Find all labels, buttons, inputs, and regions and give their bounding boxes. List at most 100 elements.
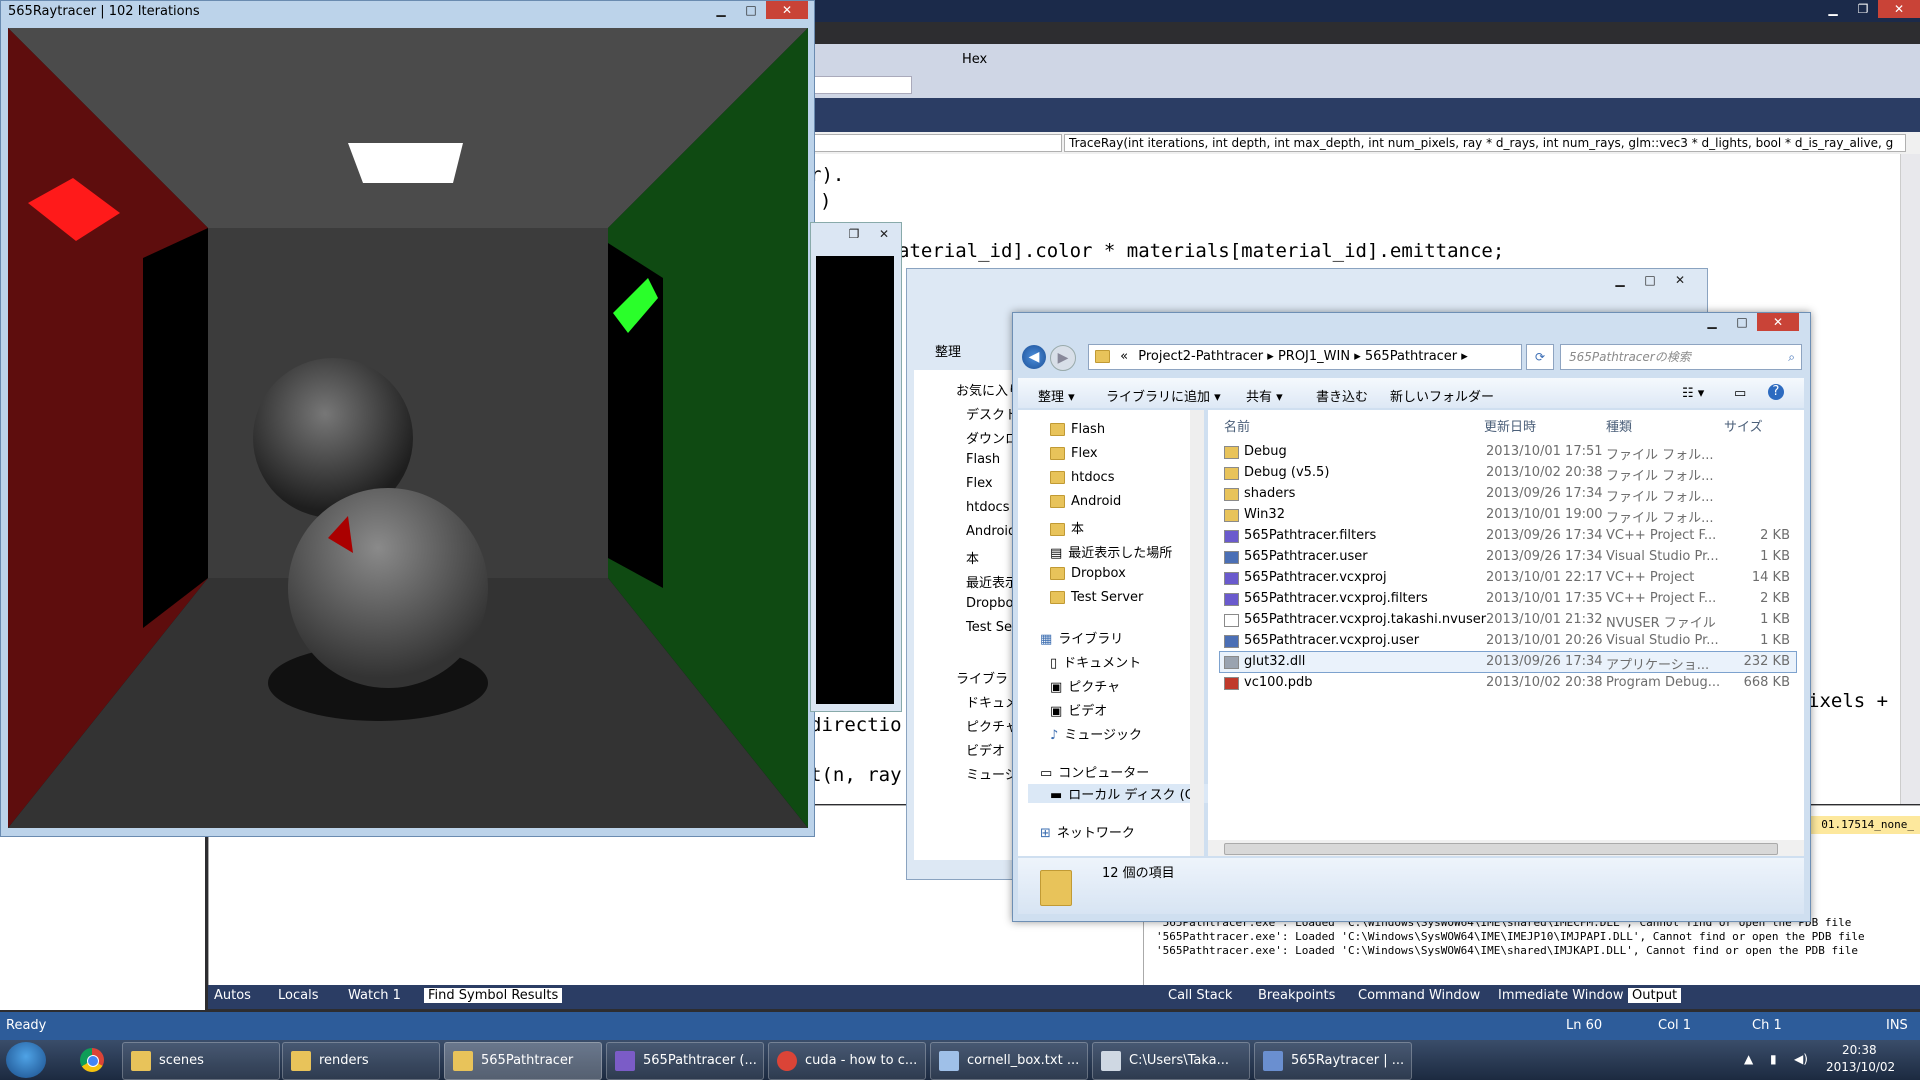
taskbar-item[interactable]: cornell_box.txt ... — [930, 1042, 1088, 1080]
new-folder-button[interactable]: 新しいフォルダー — [1390, 386, 1494, 405]
nav-item-network[interactable]: ⊞ ネットワーク — [1040, 822, 1135, 841]
breadcrumb-item[interactable]: Project2-Pathtracer — [1138, 349, 1263, 364]
search-input[interactable]: 565Pathtracerの検索 ⌕ — [1560, 344, 1802, 370]
hex-button[interactable]: Hex — [962, 52, 987, 67]
scrollbar-thumb[interactable] — [1224, 843, 1778, 855]
sidebar-item[interactable]: ダウンロ — [966, 428, 1018, 447]
sidebar-item[interactable]: htdocs — [966, 500, 1009, 515]
sidebar-item[interactable]: ドキュメ — [966, 692, 1018, 711]
taskbar-item[interactable]: renders — [282, 1042, 440, 1080]
share-button[interactable]: 共有 ▾ — [1246, 386, 1283, 405]
tab-find-symbol-results[interactable]: Find Symbol Results — [424, 988, 563, 1003]
nav-item-libraries[interactable]: ▦ ライブラリ — [1040, 628, 1123, 647]
column-header-size[interactable]: サイズ — [1724, 416, 1763, 435]
explorer-back-window-buttons[interactable]: ▁ □ ✕ — [1605, 271, 1695, 289]
close-button[interactable]: ✕ — [869, 225, 899, 243]
taskbar-item[interactable]: 565Pathtracer — [444, 1042, 602, 1080]
file-row[interactable]: 565Pathtracer.user 2013/09/26 17:34 Visual… — [1220, 547, 1796, 567]
minimize-button[interactable]: ▁ — [1697, 313, 1727, 331]
nav-item-test-server[interactable]: Test Server — [1050, 590, 1143, 605]
file-row[interactable]: Win32 2013/10/01 19:00 ファイル フォル... — [1220, 505, 1796, 526]
restore-button[interactable]: ❐ — [839, 225, 869, 243]
explorer-window-buttons[interactable]: ▁ □ ✕ — [1697, 313, 1799, 331]
help-icon[interactable]: ? — [1768, 384, 1784, 400]
clock-time[interactable]: 20:38 — [1842, 1043, 1877, 1057]
sidebar-item[interactable]: Flex — [966, 476, 993, 491]
sidebar-item[interactable]: デスクト — [966, 404, 1018, 423]
column-header-type[interactable]: 種類 — [1606, 416, 1632, 435]
sidebar-item[interactable]: Android — [966, 524, 1016, 539]
burn-button[interactable]: 書き込む — [1316, 386, 1368, 405]
refresh-button[interactable]: ⟳ — [1526, 344, 1554, 370]
nav-item-htdocs[interactable]: htdocs — [1050, 470, 1114, 485]
vs-window-buttons[interactable]: ▁ ❐ ✕ — [1818, 0, 1920, 18]
nav-item-flex[interactable]: Flex — [1050, 446, 1098, 461]
view-options-icon[interactable]: ☷ ▾ — [1682, 386, 1704, 401]
raytracer-window-buttons[interactable]: ▁ □ ✕ — [706, 1, 808, 19]
taskbar-item[interactable]: 565Raytracer | ... — [1254, 1042, 1412, 1080]
tab-watch-1[interactable]: Watch 1 — [348, 988, 401, 1003]
maximize-button[interactable]: □ — [736, 1, 766, 19]
taskbar-item[interactable]: cuda - how to c... — [768, 1042, 926, 1080]
volume-icon[interactable]: ◀) — [1794, 1052, 1808, 1066]
sidebar-item[interactable]: 最近表示 — [966, 572, 1018, 591]
file-row[interactable]: 565Pathtracer.filters 2013/09/26 17:34 VC+… — [1220, 526, 1796, 546]
column-header-name[interactable]: 名前 — [1224, 416, 1250, 435]
tab-command-window[interactable]: Command Window — [1358, 988, 1480, 1003]
file-list-scrollbar[interactable] — [1208, 840, 1804, 856]
tab-autos[interactable]: Autos — [214, 988, 251, 1003]
sidebar-item[interactable]: Flash — [966, 452, 1000, 467]
file-row[interactable]: 565Pathtracer.vcxproj.user 2013/10/01 20:… — [1220, 631, 1796, 651]
taskbar-item[interactable]: 565Pathtracer (... — [606, 1042, 764, 1080]
breadcrumb-overflow[interactable]: « — [1120, 349, 1128, 364]
breadcrumb-item[interactable]: PROJ1_WIN — [1278, 349, 1350, 364]
config-dropdown[interactable] — [810, 76, 912, 94]
minimize-button[interactable]: ▁ — [706, 1, 736, 19]
minimize-button[interactable]: ▁ — [1818, 0, 1848, 18]
preview-pane-icon[interactable]: ▭ — [1734, 386, 1746, 401]
maximize-button[interactable]: □ — [1635, 271, 1665, 289]
nav-item-documents[interactable]: ▯ ドキュメント — [1050, 652, 1141, 671]
nav-item-videos[interactable]: ▣ ビデオ — [1050, 700, 1107, 719]
close-button[interactable]: ✕ — [766, 1, 808, 19]
console-window-buttons[interactable]: ❐ ✕ — [839, 225, 899, 243]
add-to-library-button[interactable]: ライブラリに追加 ▾ — [1106, 386, 1221, 405]
file-row[interactable]: 565Pathtracer.vcxproj.filters 2013/10/01 … — [1220, 589, 1796, 609]
clock-date[interactable]: 2013/10/02 — [1826, 1060, 1895, 1074]
tab-call-stack[interactable]: Call Stack — [1168, 988, 1232, 1003]
show-hidden-icons-icon[interactable]: ▲ — [1744, 1052, 1753, 1066]
editor-scrollbar[interactable] — [1900, 154, 1920, 804]
tab-breakpoints[interactable]: Breakpoints — [1258, 988, 1335, 1003]
forward-button[interactable]: ▶ — [1050, 345, 1076, 371]
organize-button[interactable]: 整理 — [935, 341, 961, 360]
file-row[interactable]: 565Pathtracer.vcxproj 2013/10/01 22:17 VC+… — [1220, 568, 1796, 588]
taskbar-item[interactable]: C:\Users\Taka... — [1092, 1042, 1250, 1080]
restore-button[interactable]: ❐ — [1848, 0, 1878, 18]
render-canvas[interactable] — [8, 28, 808, 828]
maximize-button[interactable]: □ — [1727, 313, 1757, 331]
breadcrumb-item[interactable]: 565Pathtracer — [1365, 349, 1457, 364]
sidebar-item[interactable]: 本 — [966, 548, 979, 567]
nav-item-book[interactable]: 本 — [1050, 518, 1084, 537]
file-row[interactable]: vc100.pdb 2013/10/02 20:38 Program Debug..… — [1220, 673, 1796, 693]
nav-item-flash[interactable]: Flash — [1050, 422, 1105, 437]
file-row[interactable]: shaders 2013/09/26 17:34 ファイル フォル... — [1220, 484, 1796, 505]
back-button[interactable]: ◀ — [1022, 345, 1046, 369]
tab-output[interactable]: Output — [1628, 988, 1682, 1003]
sidebar-item[interactable]: Test Se — [966, 620, 1012, 635]
close-button[interactable]: ✕ — [1757, 313, 1799, 331]
file-row[interactable]: Debug 2013/10/01 17:51 ファイル フォル... — [1220, 442, 1796, 463]
nav-item-android[interactable]: Android — [1050, 494, 1121, 509]
chrome-pinned-icon[interactable] — [64, 1042, 120, 1078]
nav-item-recent-places[interactable]: ▤ 最近表示した場所 — [1050, 542, 1172, 561]
nav-item-computer[interactable]: ▭ コンピューター — [1040, 762, 1149, 781]
file-row[interactable]: Debug (v5.5) 2013/10/02 20:38 ファイル フォル... — [1220, 463, 1796, 484]
close-button[interactable]: ✕ — [1665, 271, 1695, 289]
address-bar[interactable]: « Project2-Pathtracer ▸ PROJ1_WIN ▸ 565P… — [1088, 344, 1522, 370]
sidebar-item[interactable]: ライブラ — [956, 668, 1008, 687]
member-dropdown[interactable] — [810, 134, 1062, 152]
close-button[interactable]: ✕ — [1878, 0, 1920, 18]
sidebar-item[interactable]: ミュージ — [966, 764, 1018, 783]
column-header-date[interactable]: 更新日時 — [1484, 416, 1536, 435]
organize-button[interactable]: 整理 ▾ — [1038, 386, 1075, 405]
